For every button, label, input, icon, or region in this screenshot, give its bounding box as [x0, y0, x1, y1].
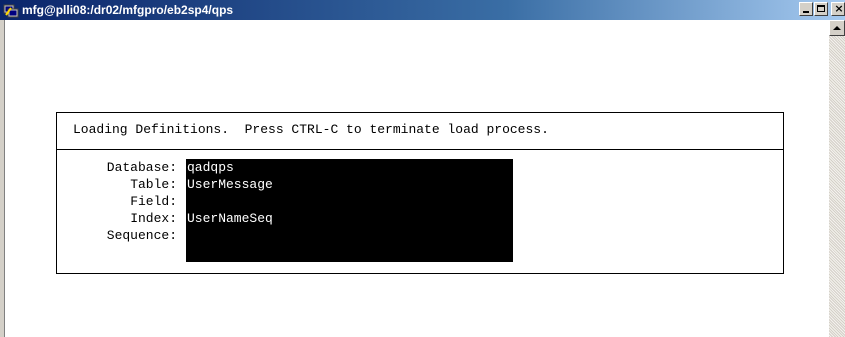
table-value: UserMessage	[187, 177, 273, 192]
maximize-icon	[817, 5, 825, 12]
database-label: Database:	[106, 160, 177, 175]
title-bar[interactable]: mfg@plli08:/dr02/mfgpro/eb2sp4/qps ×	[0, 0, 845, 20]
minimize-button[interactable]	[799, 2, 813, 16]
index-label: Index:	[130, 211, 177, 226]
loading-dialog: Loading Definitions. Press CTRL-C to ter…	[56, 112, 784, 274]
scroll-up-button[interactable]	[829, 20, 845, 36]
maximize-button[interactable]	[814, 2, 828, 16]
table-label: Table:	[130, 177, 177, 192]
sequence-label: Sequence:	[106, 228, 177, 243]
minimize-icon	[803, 11, 809, 13]
index-value: UserNameSeq	[187, 211, 273, 226]
close-icon: ×	[834, 2, 844, 15]
vertical-scrollbar[interactable]	[829, 20, 845, 337]
arrow-up-icon	[833, 26, 841, 30]
close-button[interactable]: ×	[831, 2, 845, 16]
dialog-divider	[57, 149, 783, 150]
field-label: Field:	[130, 194, 177, 209]
putty-terminal-icon[interactable]	[3, 2, 19, 18]
window-title: mfg@plli08:/dr02/mfgpro/eb2sp4/qps	[22, 3, 234, 17]
loading-message: Loading Definitions. Press CTRL-C to ter…	[73, 122, 549, 137]
window-left-border	[0, 20, 5, 337]
database-value: qadqps	[187, 160, 234, 175]
